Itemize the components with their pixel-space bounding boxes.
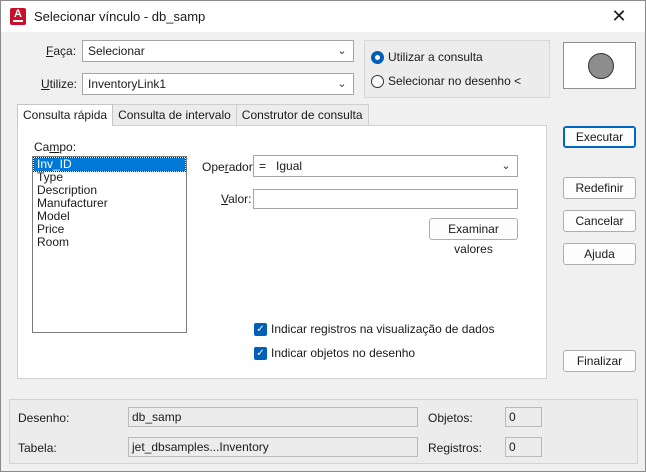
highlight-objects-checkbox[interactable]: ✓ Indicar objetos no desenho: [254, 346, 415, 360]
faca-value: Selecionar: [88, 44, 145, 58]
objects-count: 0: [509, 410, 516, 424]
highlight-records-label: Indicar registros na visualização de dad…: [271, 322, 495, 336]
highlight-records-checkbox[interactable]: ✓ Indicar registros na visualização de d…: [254, 322, 494, 336]
close-icon[interactable]: ✕: [597, 1, 641, 32]
autocad-app-icon: A: [10, 8, 26, 25]
table-field: jet_dbsamples...Inventory: [128, 437, 418, 457]
valor-label: Valor:: [221, 192, 252, 206]
faca-label: Faça:: [46, 44, 77, 58]
cancel-label: Cancelar: [575, 214, 624, 228]
tabela-label: Tabela:: [18, 441, 57, 455]
mode-group: [364, 40, 550, 98]
drawing-field: db_samp: [128, 407, 418, 427]
object-preview: [563, 42, 636, 89]
finish-label: Finalizar: [576, 354, 623, 368]
radio-selected-icon: [371, 50, 384, 64]
operador-label: Operador:: [202, 160, 257, 174]
records-count-field: 0: [505, 437, 542, 457]
records-count: 0: [509, 440, 516, 454]
field-listbox[interactable]: Inv_ID Type Description Manufacturer Mod…: [32, 156, 187, 333]
tab-quick-query[interactable]: Consulta rápida: [17, 104, 114, 126]
objetos-label: Objetos:: [428, 411, 473, 425]
radio-use-query[interactable]: Utilizar a consulta: [371, 50, 483, 64]
window-title: Selecionar vínculo - db_samp: [34, 9, 206, 24]
tab-query-builder[interactable]: Construtor de consulta: [235, 104, 369, 125]
execute-button[interactable]: Executar: [563, 126, 636, 148]
dialog-window: A Selecionar vínculo - db_samp ✕ Faça: S…: [0, 0, 646, 472]
circle-icon: [588, 53, 614, 79]
drawing-value: db_samp: [132, 410, 182, 424]
help-label: Ajuda: [584, 247, 615, 261]
checkmark-icon: ✓: [254, 322, 267, 336]
chevron-down-icon: ⌄: [337, 78, 347, 90]
campo-label: Campo:: [34, 140, 77, 154]
highlight-objects-label: Indicar objetos no desenho: [271, 346, 416, 360]
reset-label: Redefinir: [575, 181, 624, 195]
tab-range-query[interactable]: Consulta de intervalo: [112, 104, 237, 125]
examine-values-button[interactable]: Examinar valores: [429, 218, 518, 256]
cancel-button[interactable]: Cancelar: [563, 210, 636, 232]
finish-button[interactable]: Finalizar: [563, 350, 636, 372]
list-item[interactable]: Room: [34, 236, 185, 249]
radio-unselected-icon: [371, 74, 384, 88]
execute-label: Executar: [575, 130, 624, 144]
table-value: jet_dbsamples...Inventory: [132, 440, 269, 454]
chevron-down-icon: ⌄: [501, 160, 511, 172]
utilize-dropdown[interactable]: InventoryLink1 ⌄: [82, 73, 354, 95]
operator-value: = Igual: [259, 159, 303, 173]
value-input[interactable]: [253, 189, 518, 209]
checkmark-icon: ✓: [254, 346, 267, 360]
tab-strip: Consulta rápida Consulta de intervalo Co…: [17, 104, 369, 126]
utilize-value: InventoryLink1: [88, 77, 167, 91]
chevron-down-icon: ⌄: [337, 45, 347, 57]
faca-dropdown[interactable]: Selecionar ⌄: [82, 40, 354, 62]
operator-dropdown[interactable]: = Igual ⌄: [253, 155, 518, 177]
objects-count-field: 0: [505, 407, 542, 427]
reset-button[interactable]: Redefinir: [563, 177, 636, 199]
title-bar: A Selecionar vínculo - db_samp ✕: [1, 1, 645, 32]
examine-values-label: Examinar valores: [448, 222, 499, 256]
radio-use-query-label: Utilizar a consulta: [388, 50, 483, 64]
utilize-label: Utilize:: [41, 77, 78, 91]
registros-label: Registros:: [428, 441, 483, 455]
radio-select-in-drawing-label: Selecionar no desenho <: [388, 74, 522, 88]
help-button[interactable]: Ajuda: [563, 243, 636, 265]
desenho-label: Desenho:: [18, 411, 70, 425]
radio-select-in-drawing[interactable]: Selecionar no desenho <: [371, 74, 521, 88]
